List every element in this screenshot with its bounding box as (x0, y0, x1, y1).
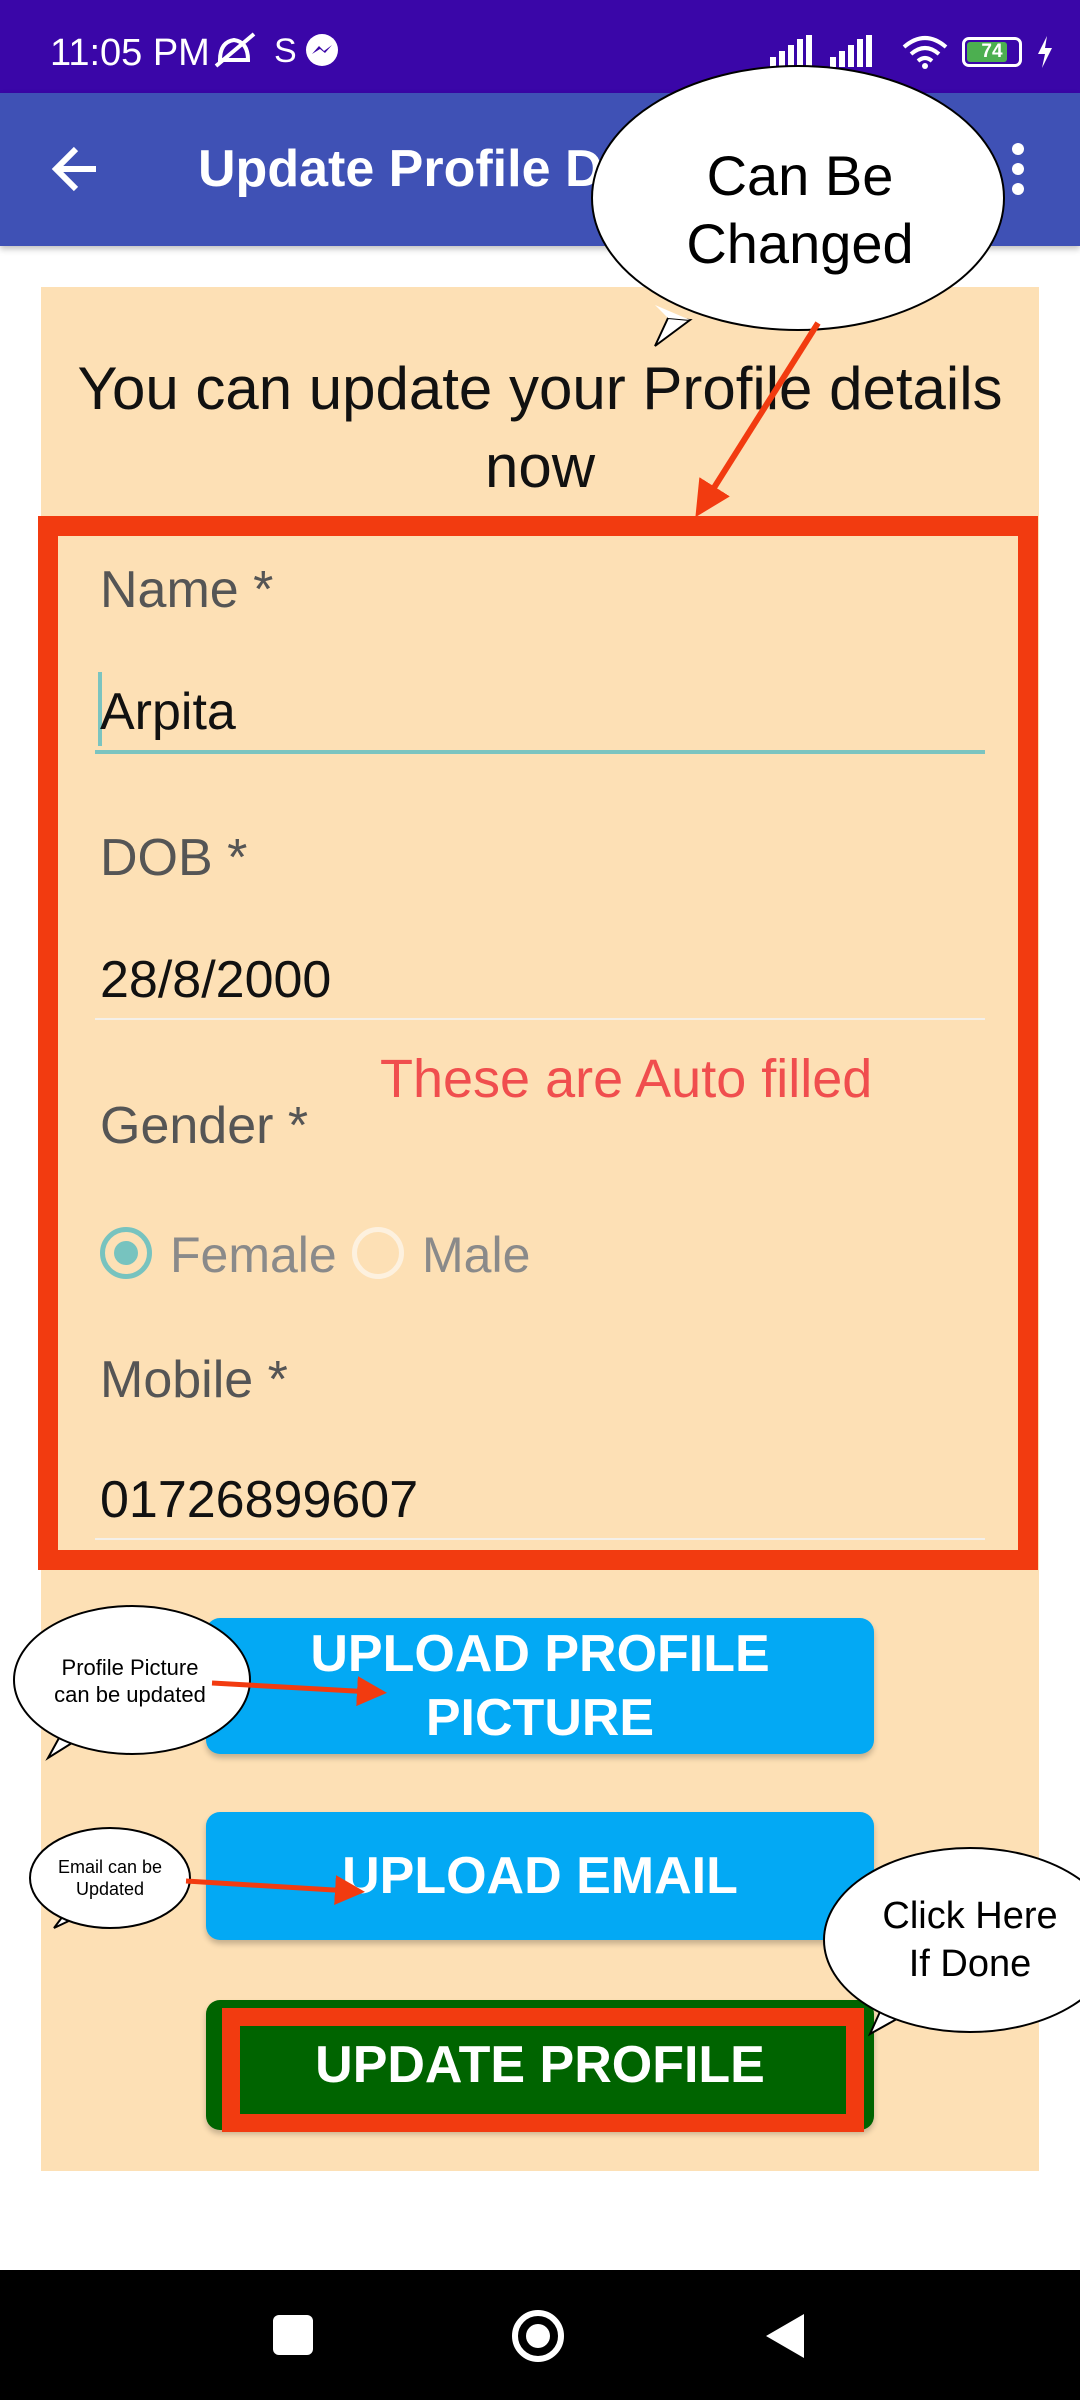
battery-level: 74 (981, 41, 1003, 62)
navigation-bar (0, 2270, 1080, 2400)
update-profile-label[interactable]: UPDATE PROFILE (206, 2000, 874, 2130)
profile-picture-line-1: Profile Picture (61, 1655, 199, 1680)
click-here-line-1: Click Here (882, 1895, 1058, 1937)
can-be-changed-text: Can Be Changed (640, 142, 960, 278)
upload-profile-picture-button[interactable]: UPLOAD PROFILE PICTURE (206, 1618, 874, 1754)
upload-email-button[interactable]: UPLOAD EMAIL (206, 1812, 874, 1940)
back-icon[interactable] (764, 2312, 806, 2360)
profile-picture-line-2: can be updated (54, 1682, 206, 1707)
upload-picture-label-2: PICTURE (425, 1689, 655, 1747)
wifi-icon (902, 36, 948, 69)
status-bar: 11:05 PM S 74 (0, 0, 1080, 93)
profile-picture-text: Profile Picture can be updated (30, 1654, 230, 1708)
arrow-left-icon[interactable] (50, 143, 102, 195)
can-be-changed-line-1: Can Be (706, 144, 894, 207)
intro-text: You can update your Profile details now (77, 355, 1003, 500)
recent-apps-icon[interactable] (272, 2314, 314, 2356)
upload-email-label: UPLOAD EMAIL (342, 1847, 738, 1905)
email-line-2: Updated (75, 1879, 145, 1899)
home-icon[interactable] (510, 2308, 566, 2364)
can-be-changed-line-2: Changed (686, 212, 914, 275)
notification-icons: S (214, 30, 344, 79)
editable-fields-highlight (38, 516, 1038, 1570)
charging-icon (1038, 36, 1052, 68)
battery-icon: 74 (962, 37, 1022, 67)
status-time: 11:05 PM (50, 32, 210, 74)
system-icons: 74 (768, 30, 1054, 74)
upload-picture-label-1: UPLOAD PROFILE (310, 1625, 770, 1683)
more-vertical-icon[interactable] (1008, 141, 1028, 197)
alarm-off-icon: S (214, 32, 338, 70)
click-here-line-2: If Done (908, 1943, 1032, 1985)
sim-icon: S (274, 32, 297, 70)
email-text: Email can be Updated (40, 1856, 180, 1900)
signal-icon (770, 35, 872, 67)
click-here-text: Click Here If Done (860, 1892, 1080, 1988)
email-line-1: Email can be (57, 1857, 163, 1877)
